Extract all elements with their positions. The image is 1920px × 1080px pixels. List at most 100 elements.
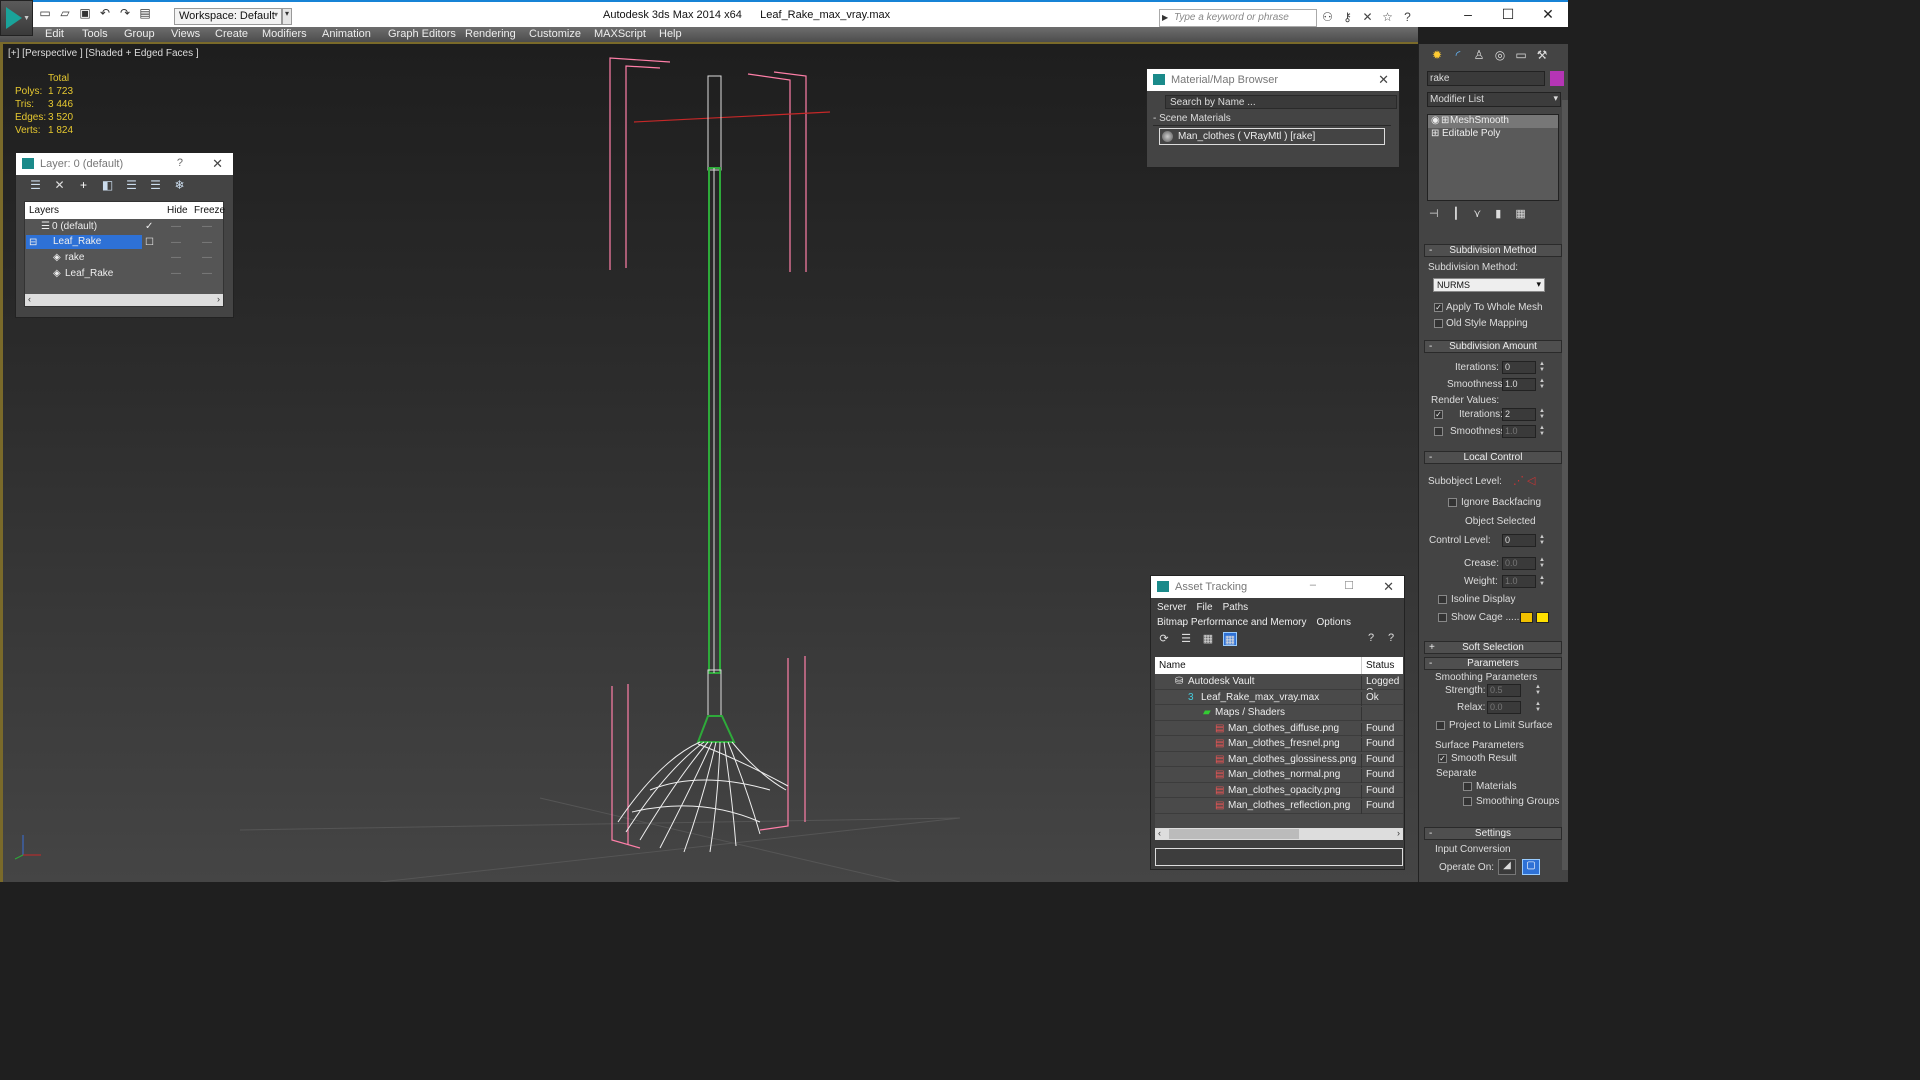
utilities-tab-icon[interactable]: ⚒ [1534, 48, 1550, 64]
vertex-edge-subobject-icons[interactable]: ⋰ ◁ [1513, 474, 1536, 487]
object-name-input[interactable]: rake [1427, 71, 1545, 86]
subdivision-method-select[interactable]: NURMS ▾ [1433, 278, 1545, 292]
old-style-mapping-checkbox[interactable] [1434, 319, 1443, 328]
ignore-backfacing-checkbox[interactable] [1448, 498, 1457, 507]
refresh-icon[interactable]: ⟳ [1157, 632, 1171, 646]
asset-row[interactable]: ⛁ Autodesk Vault Logged C [1155, 674, 1403, 690]
freeze-layer-icon[interactable]: ❄ [172, 178, 187, 197]
stack-item-meshsmooth[interactable]: ◉ ⊞ MeshSmooth [1428, 115, 1558, 128]
maximize-icon[interactable]: ☐ [1344, 579, 1354, 592]
menu-options[interactable]: Options [1317, 617, 1351, 628]
modify-tab-icon[interactable]: ◜ [1450, 48, 1466, 64]
apply-whole-mesh-checkbox[interactable]: ✓ [1434, 303, 1443, 312]
separate-smoothing-groups-checkbox[interactable] [1463, 797, 1472, 806]
cage-selected-color-swatch[interactable] [1536, 612, 1549, 623]
hierarchy-tab-icon[interactable]: ♙ [1471, 48, 1487, 64]
asset-row[interactable]: ▤ Man_clothes_glossiness.png Found [1155, 752, 1403, 768]
layer-row[interactable]: Leaf_Rake ⊟ ☐ — — [25, 234, 223, 251]
path-field[interactable] [1155, 848, 1403, 866]
hide-toggle[interactable]: — [171, 268, 181, 279]
render-smoothness-checkbox[interactable] [1434, 427, 1443, 436]
smoothness-spinner[interactable]: 1.0 [1502, 378, 1536, 391]
close-icon[interactable]: ✕ [212, 156, 223, 172]
render-iterations-spinner[interactable]: 2 [1502, 408, 1536, 421]
material-search-input[interactable]: Search by Name ... [1165, 95, 1397, 109]
layer-row[interactable]: ☰ 0 (default) ✓ — — [25, 219, 223, 235]
spinner-arrows-icon[interactable]: ▲ ▼ [1539, 361, 1547, 374]
make-unique-icon[interactable]: ⋎ [1473, 207, 1481, 220]
object-color-swatch[interactable] [1550, 71, 1564, 86]
column-layers[interactable]: Layers [29, 205, 59, 216]
table-view-icon[interactable]: ▦ [1223, 632, 1237, 646]
select-layer-icon[interactable]: ☰ [124, 178, 139, 197]
select-objects-icon[interactable]: ◧ [100, 178, 115, 197]
display-tab-icon[interactable]: ▭ [1513, 48, 1529, 64]
rollout-settings[interactable]: - Settings [1424, 827, 1562, 840]
spinner-arrows-icon[interactable]: ▲ ▼ [1535, 701, 1543, 714]
layer-row[interactable]: ◈ rake — — [25, 250, 223, 266]
show-end-result-icon[interactable]: ┃ [1453, 207, 1460, 220]
active-check-icon[interactable]: ✓ [145, 221, 153, 232]
list-view-icon[interactable]: ☰ [1179, 632, 1193, 646]
material-item[interactable]: Man_clothes ( VRayMtl ) [rake] [1159, 128, 1385, 145]
close-button[interactable]: ✕ [1528, 6, 1568, 23]
iterations-spinner[interactable]: 0 [1502, 361, 1536, 374]
horizontal-scrollbar[interactable]: ‹ › [25, 294, 223, 306]
control-level-spinner[interactable]: 0 [1502, 534, 1536, 547]
command-panel-scrollbar[interactable] [1562, 100, 1568, 870]
expand-icon[interactable]: ⊞ [1431, 128, 1439, 139]
scene-materials-group[interactable]: - Scene Materials [1153, 113, 1391, 126]
scroll-left-icon[interactable]: ‹ [1158, 828, 1161, 838]
tree-view-icon[interactable]: ▦ [1201, 632, 1215, 646]
column-hide[interactable]: Hide [167, 205, 188, 216]
close-icon[interactable]: ✕ [1383, 579, 1394, 595]
asset-row[interactable]: ▤ Man_clothes_normal.png Found [1155, 767, 1403, 783]
spinner-arrows-icon[interactable]: ▲ ▼ [1539, 557, 1547, 570]
spinner-arrows-icon[interactable]: ▲ ▼ [1539, 408, 1547, 421]
help-icon[interactable]: ? [1364, 632, 1378, 646]
menu-bitmap-performance[interactable]: Bitmap Performance and Memory [1157, 617, 1307, 628]
delete-layer-icon[interactable]: ✕ [52, 178, 67, 197]
horizontal-scrollbar[interactable]: ‹ › [1155, 828, 1403, 840]
smooth-result-checkbox[interactable]: ✓ [1438, 754, 1447, 763]
hide-toggle[interactable]: — [171, 221, 181, 232]
asset-row[interactable]: ▤ Man_clothes_fresnel.png Found [1155, 736, 1403, 752]
asset-tracking-titlebar[interactable]: Asset Tracking – ☐ ✕ [1151, 576, 1404, 598]
create-tab-icon[interactable]: ✹ [1429, 48, 1445, 64]
help-button[interactable]: ? [177, 157, 183, 169]
close-icon[interactable]: ✕ [1378, 72, 1389, 88]
stack-item-editable-poly[interactable]: ⊞ Editable Poly [1428, 128, 1558, 141]
menu-paths[interactable]: Paths [1223, 602, 1249, 613]
separate-materials-checkbox[interactable] [1463, 782, 1472, 791]
rollout-subdivision-amount[interactable]: - Subdivision Amount [1424, 340, 1562, 353]
spinner-arrows-icon[interactable]: ▲ ▼ [1539, 575, 1547, 588]
asset-row[interactable]: ▰ Maps / Shaders [1155, 705, 1403, 721]
isoline-display-checkbox[interactable] [1438, 595, 1447, 604]
operate-on-polygons-button[interactable]: ▢ [1522, 859, 1540, 875]
spinner-arrows-icon[interactable]: ▲ ▼ [1539, 425, 1547, 438]
pin-stack-icon[interactable]: ⊣ [1429, 207, 1439, 220]
modifier-list-dropdown[interactable]: Modifier List ▾ [1427, 92, 1561, 107]
active-toggle[interactable]: ☐ [145, 237, 154, 248]
freeze-toggle[interactable]: — [202, 268, 212, 279]
layer-panel-titlebar[interactable]: Layer: 0 (default)? ✕ [16, 153, 233, 175]
menu-server[interactable]: Server [1157, 602, 1186, 613]
cage-color-swatch[interactable] [1520, 612, 1533, 623]
spinner-arrows-icon[interactable]: ▲ ▼ [1539, 534, 1547, 547]
spinner-arrows-icon[interactable]: ▲ ▼ [1535, 684, 1543, 697]
layer-row[interactable]: ◈ Leaf_Rake — — [25, 266, 223, 282]
bulb-icon[interactable]: ◉ [1431, 115, 1440, 126]
motion-tab-icon[interactable]: ◎ [1492, 48, 1508, 64]
context-help-icon[interactable]: ? [1384, 632, 1398, 646]
minimize-icon[interactable]: – [1310, 579, 1316, 591]
weight-spinner[interactable]: 1.0 [1502, 575, 1536, 588]
asset-row[interactable]: ▤ Man_clothes_reflection.png Found [1155, 798, 1403, 814]
maximize-button[interactable]: ☐ [1488, 6, 1528, 23]
relax-spinner[interactable]: 0.0 [1487, 701, 1521, 714]
asset-row[interactable]: ▤ Man_clothes_diffuse.png Found [1155, 721, 1403, 737]
add-to-layer-icon[interactable]: + [76, 178, 91, 197]
configure-sets-icon[interactable]: ▦ [1515, 207, 1525, 220]
render-smoothness-spinner[interactable]: 1.0 [1502, 425, 1536, 438]
rollout-local-control[interactable]: - Local Control [1424, 451, 1562, 464]
asset-row[interactable]: ▤ Man_clothes_opacity.png Found [1155, 783, 1403, 799]
